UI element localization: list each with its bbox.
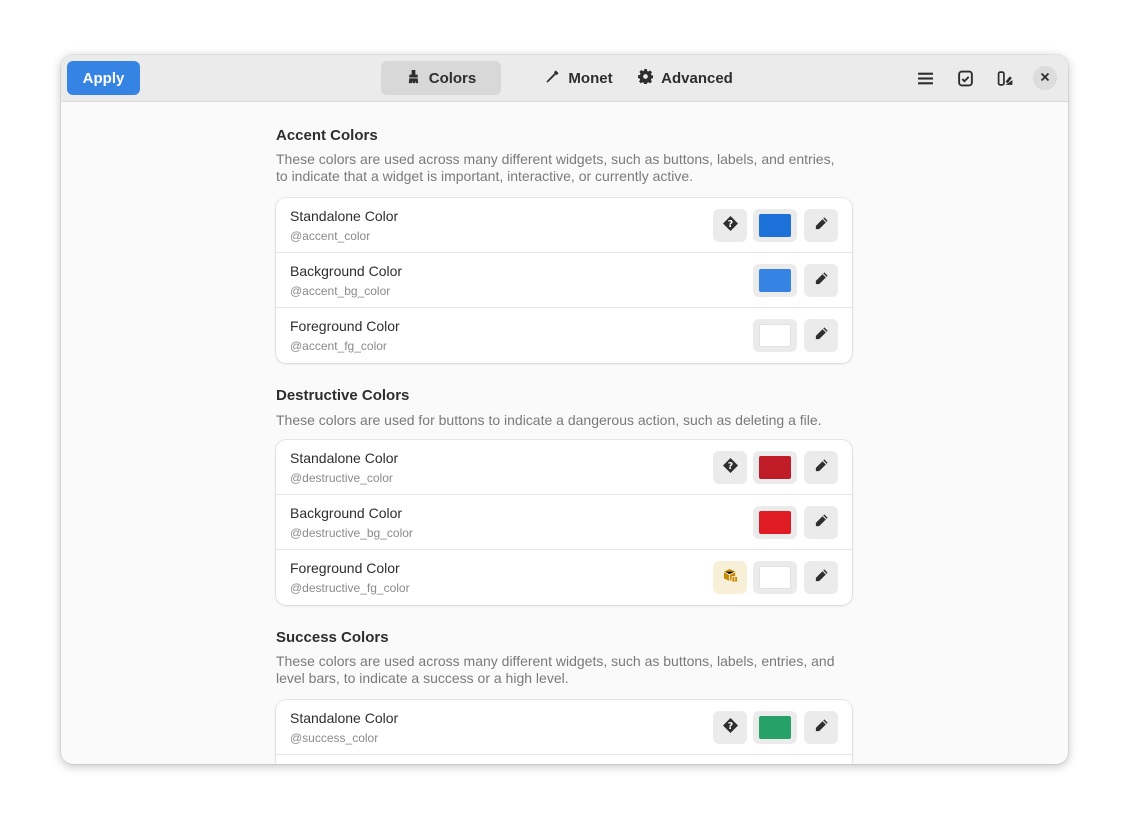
section-description-success: These colors are used across many differ… — [276, 653, 835, 686]
help-icon: ? — [722, 457, 738, 478]
section-title-accent: Accent Colors — [276, 127, 378, 144]
edit-button[interactable] — [804, 451, 838, 484]
color-swatch — [759, 214, 791, 237]
help-button[interactable]: ? — [713, 711, 747, 744]
color-row-destructive-foreground: Foreground Color @destructive_fg_color — [276, 550, 852, 605]
row-variable: @destructive_color — [290, 471, 393, 485]
edit-button[interactable] — [804, 711, 838, 744]
row-variable: @destructive_bg_color — [290, 526, 413, 540]
apply-button[interactable]: Apply — [67, 61, 140, 95]
menu-icon[interactable] — [911, 64, 939, 92]
help-button[interactable]: ? — [713, 451, 747, 484]
pencil-icon — [814, 568, 829, 588]
row-title: Foreground Color — [290, 560, 400, 576]
svg-text:?: ? — [727, 219, 732, 230]
pencil-icon — [814, 513, 829, 533]
destructive-colors-card: Standalone Color @destructive_color ? Ba… — [276, 440, 852, 605]
pencil-icon — [814, 271, 829, 291]
svg-text:?: ? — [727, 461, 732, 472]
row-variable: @accent_fg_color — [290, 339, 387, 353]
pencil-icon — [814, 718, 829, 738]
accent-colors-card: Standalone Color @accent_color ? Backgro… — [276, 198, 852, 363]
color-swatch-button[interactable] — [753, 711, 797, 744]
color-swatch — [759, 456, 791, 479]
section-description-accent: These colors are used across many differ… — [276, 151, 835, 184]
section-description-destructive: These colors are used for buttons to ind… — [276, 412, 822, 428]
color-row-destructive-background: Background Color @destructive_bg_color — [276, 495, 852, 550]
edit-button[interactable] — [804, 561, 838, 594]
color-row-success-next — [276, 755, 852, 764]
row-title: Background Color — [290, 505, 403, 521]
color-swatch-button[interactable] — [753, 561, 797, 594]
brush-icon — [406, 69, 421, 88]
color-row-accent-background: Background Color @accent_bg_color — [276, 253, 852, 308]
color-row-accent-standalone: Standalone Color @accent_color ? — [276, 198, 852, 253]
svg-text:?: ? — [727, 721, 732, 732]
edit-button[interactable] — [804, 209, 838, 242]
color-swatch — [759, 566, 791, 589]
edit-button[interactable] — [804, 506, 838, 539]
presets-icon[interactable] — [951, 64, 979, 92]
help-icon: ? — [722, 215, 738, 236]
row-variable: @destructive_fg_color — [290, 581, 410, 595]
color-settings-page[interactable]: Accent Colors These colors are used acro… — [61, 103, 1068, 764]
pencil-icon — [814, 458, 829, 478]
gear-icon — [638, 68, 654, 88]
tab-label: Monet — [568, 69, 613, 87]
tab-colors[interactable]: Colors — [381, 61, 501, 95]
color-swatch-button[interactable] — [753, 209, 797, 242]
tab-label: Colors — [428, 69, 477, 87]
color-swatch-button[interactable] — [753, 319, 797, 352]
close-button[interactable] — [1033, 66, 1057, 90]
help-icon: ? — [722, 717, 738, 738]
color-swatch — [759, 324, 791, 347]
section-title-success: Success Colors — [276, 629, 389, 646]
header-bar: Apply Colors Monet Advanced — [61, 55, 1068, 102]
tab-advanced[interactable]: Advanced — [633, 61, 738, 95]
row-variable: @accent_bg_color — [290, 284, 391, 298]
row-title: Standalone Color — [290, 208, 399, 224]
eyedropper-icon — [545, 69, 560, 88]
color-swatch — [759, 269, 791, 292]
tab-label: Advanced — [661, 69, 733, 87]
tab-monet[interactable]: Monet — [519, 61, 639, 95]
color-swatch-button[interactable] — [753, 506, 797, 539]
close-icon — [1040, 69, 1050, 87]
color-swatch — [759, 511, 791, 534]
contrast-warning-button[interactable] — [713, 561, 747, 594]
row-title: Foreground Color — [290, 318, 400, 334]
row-variable: @success_color — [290, 731, 379, 745]
color-swatch-button[interactable] — [753, 264, 797, 297]
success-colors-card: Standalone Color @success_color ? — [276, 700, 852, 764]
row-title: Standalone Color — [290, 710, 399, 726]
contrast-warning-icon — [723, 568, 738, 588]
help-button[interactable]: ? — [713, 209, 747, 242]
edit-button[interactable] — [804, 264, 838, 297]
section-title-destructive: Destructive Colors — [276, 387, 410, 404]
color-row-success-standalone: Standalone Color @success_color ? — [276, 700, 852, 755]
theme-icon[interactable] — [991, 64, 1019, 92]
pencil-icon — [814, 216, 829, 236]
row-variable: @accent_color — [290, 229, 371, 243]
pencil-icon — [814, 326, 829, 346]
color-row-accent-foreground: Foreground Color @accent_fg_color — [276, 308, 852, 363]
color-swatch-button[interactable] — [753, 451, 797, 484]
color-swatch — [759, 716, 791, 739]
app-window: Apply Colors Monet Advanced Accent Color… — [61, 55, 1068, 764]
color-row-destructive-standalone: Standalone Color @destructive_color ? — [276, 440, 852, 495]
row-title: Background Color — [290, 263, 403, 279]
row-title: Standalone Color — [290, 450, 399, 466]
edit-button[interactable] — [804, 319, 838, 352]
